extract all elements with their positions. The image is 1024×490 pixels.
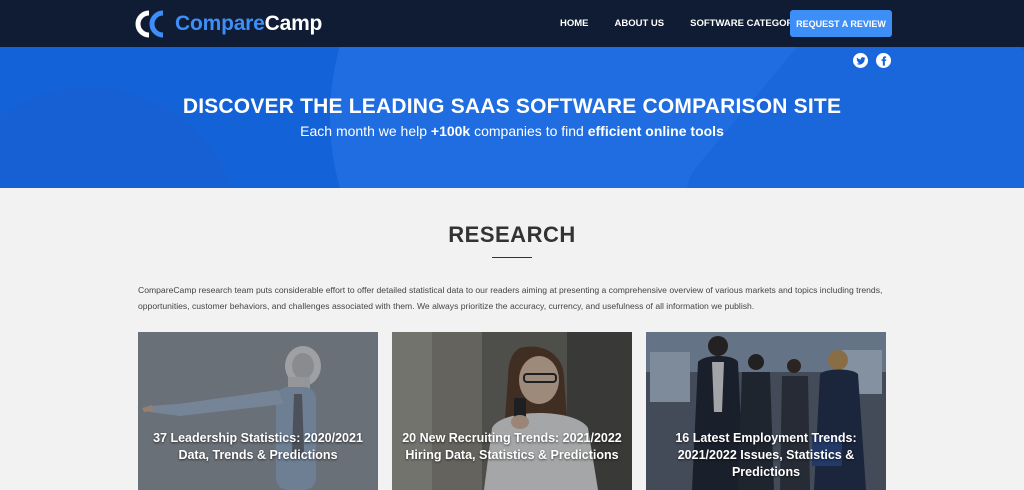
- nav-link-home[interactable]: HOME: [560, 18, 589, 29]
- hero-subtitle-highlight: efficient online tools: [587, 123, 724, 139]
- research-card-leadership[interactable]: 37 Leadership Statistics: 2020/2021 Data…: [138, 332, 378, 490]
- card-overlay: [138, 332, 378, 490]
- hero-title: DISCOVER THE LEADING SAAS SOFTWARE COMPA…: [182, 95, 842, 118]
- nav-link-about-us[interactable]: ABOUT US: [615, 18, 665, 29]
- top-navbar: CompareCamp HOME ABOUT US SOFTWARE CATEG…: [0, 0, 1024, 47]
- research-card-employment[interactable]: 16 Latest Employment Trends: 2021/2022 I…: [646, 332, 886, 490]
- hero-subtitle: Each month we help +100k companies to fi…: [0, 123, 1024, 139]
- card-title: 20 New Recruiting Trends: 2021/2022 Hiri…: [402, 431, 622, 462]
- request-review-button[interactable]: REQUEST A REVIEW: [790, 10, 892, 37]
- hero-banner: DISCOVER THE LEADING SAAS SOFTWARE COMPA…: [0, 47, 1024, 188]
- research-card-recruiting[interactable]: 20 New Recruiting Trends: 2021/2022 Hiri…: [392, 332, 632, 490]
- brand-name: CompareCamp: [175, 12, 322, 36]
- brand-name-part1: Compare: [175, 12, 265, 35]
- card-title: 37 Leadership Statistics: 2020/2021 Data…: [153, 431, 363, 462]
- card-overlay: [392, 332, 632, 490]
- comparecamp-logo-icon: [133, 9, 169, 39]
- research-section-title: RESEARCH: [448, 222, 576, 247]
- card-title: 16 Latest Employment Trends: 2021/2022 I…: [675, 431, 857, 479]
- hero-subtitle-highlight: +100k: [430, 123, 471, 139]
- hero-subtitle-text: companies to find: [470, 123, 588, 139]
- facebook-icon[interactable]: [876, 53, 891, 68]
- site-logo[interactable]: CompareCamp: [133, 9, 322, 39]
- section-divider: [492, 257, 532, 258]
- hero-subtitle-text: Each month we help: [300, 123, 431, 139]
- brand-name-part2: Camp: [264, 12, 323, 35]
- twitter-icon[interactable]: [853, 53, 868, 68]
- research-intro-text: CompareCamp research team puts considera…: [138, 285, 883, 311]
